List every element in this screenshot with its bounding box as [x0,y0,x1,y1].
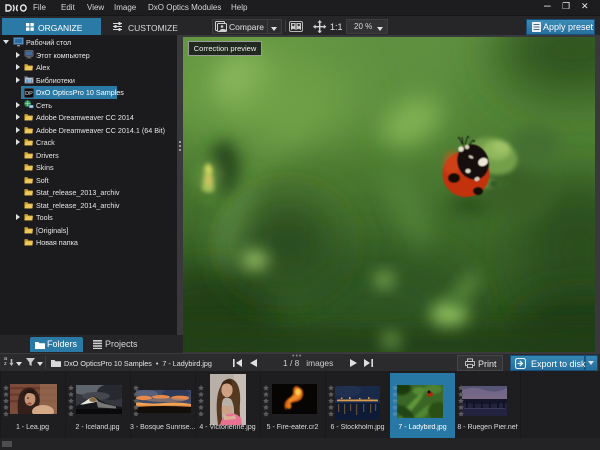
svg-text:DP: DP [25,91,33,97]
